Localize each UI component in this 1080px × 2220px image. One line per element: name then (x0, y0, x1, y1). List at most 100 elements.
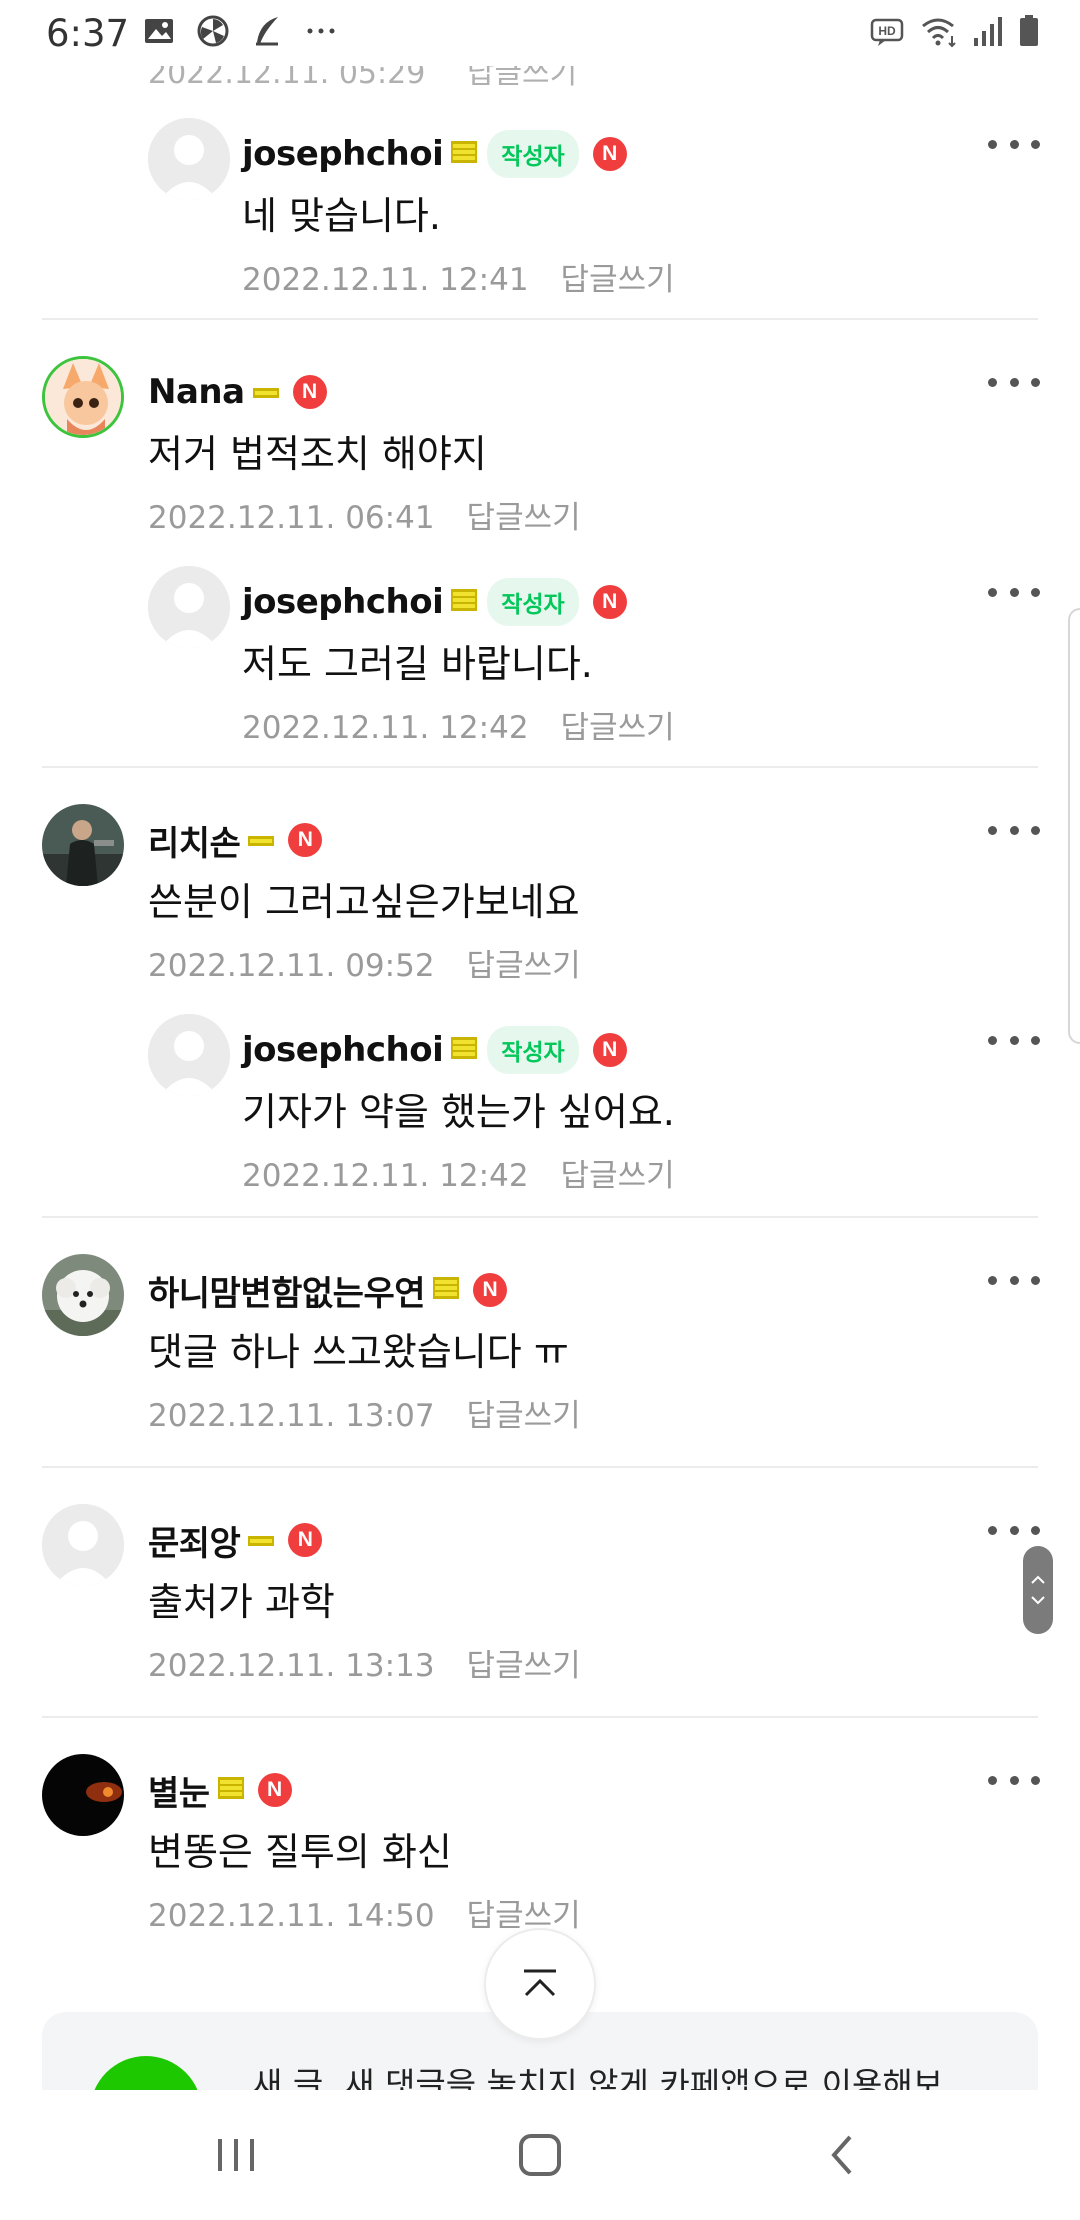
new-badge: N (592, 585, 627, 619)
nickname[interactable]: 문죄앙 (148, 1516, 241, 1565)
author-badge: 작성자 (487, 130, 579, 178)
reply-link[interactable]: 답글쓰기 (467, 500, 581, 536)
avatar[interactable] (148, 566, 230, 648)
svg-text:HD: HD (878, 24, 896, 38)
avatar[interactable] (42, 1754, 124, 1836)
comment-text: 저거 법적조치 해야지 (148, 432, 487, 476)
fast-scroll-handle[interactable] (1023, 1546, 1053, 1634)
divider (42, 318, 1038, 320)
level-three-bar-icon (217, 1777, 244, 1803)
avatar[interactable] (42, 804, 124, 886)
divider (42, 1716, 1038, 1718)
comment: Nana N 저거 법적조치 해야지 2022.12.11. 06:41 답글쓰기 (0, 356, 1080, 556)
recent-apps-icon (218, 2139, 254, 2171)
edge-panel-handle[interactable] (1068, 608, 1080, 1044)
author-badge: 작성자 (487, 578, 579, 626)
comment-reply: josephchoi 작성자 N 저도 그러길 바랍니다. 2022.12.11… (0, 566, 1080, 766)
comment-feed[interactable]: 2022.12.11. 05:29 답글쓰기 josephchoi 작성자 N … (0, 0, 1080, 2090)
comment-date: 2022.12.11. 12:41 (242, 262, 529, 298)
comment-text: 네 맞습니다. (242, 194, 441, 238)
divider (42, 1216, 1038, 1218)
scroll-to-top-icon (524, 1969, 556, 1997)
chevron-down-icon (1031, 1596, 1045, 1605)
comment-date: 2022.12.11. 12:42 (242, 710, 529, 746)
comment-text: 쓴분이 그러고싶은가보네요 (148, 880, 580, 924)
more-options-icon[interactable] (988, 580, 1040, 604)
reply-link[interactable]: 답글쓰기 (561, 1158, 675, 1194)
comment-date: 2022.12.11. 13:07 (148, 1398, 435, 1434)
nickname[interactable]: josephchoi (242, 582, 444, 622)
more-options-icon[interactable] (988, 1268, 1040, 1292)
new-badge: N (592, 1033, 627, 1067)
avatar[interactable] (148, 118, 230, 200)
home-icon (519, 2134, 561, 2176)
nickname[interactable]: 하니맘변함없는우연 (148, 1266, 426, 1315)
reply-link[interactable]: 답글쓰기 (467, 1898, 581, 1934)
comment-date: 2022.12.11. 13:13 (148, 1648, 435, 1684)
more-options-icon[interactable] (988, 370, 1040, 394)
image-icon (145, 19, 173, 43)
avatar[interactable] (42, 1504, 124, 1586)
reply-link[interactable]: 답글쓰기 (467, 1398, 581, 1434)
level-one-bar-icon (248, 831, 275, 850)
more-options-icon[interactable] (988, 1028, 1040, 1052)
more-options-icon[interactable] (988, 132, 1040, 156)
author-badge: 작성자 (487, 1026, 579, 1074)
nickname[interactable]: 별눈 (148, 1766, 210, 1815)
signal-icon (974, 17, 1002, 46)
comment-text: 댓글 하나 쓰고왔습니다 ㅠ (148, 1330, 569, 1374)
comment-reply: josephchoi 작성자 N 기자가 약을 했는가 싶어요. 2022.12… (0, 1014, 1080, 1214)
divider (42, 766, 1038, 768)
comment-date: 2022.12.11. 09:52 (148, 948, 435, 984)
avatar[interactable] (42, 1254, 124, 1336)
avatar[interactable] (148, 1014, 230, 1096)
new-badge: N (257, 1773, 292, 1807)
new-badge: N (288, 823, 323, 857)
level-three-bar-icon (433, 1277, 460, 1303)
new-badge: N (292, 375, 327, 409)
reply-link[interactable]: 답글쓰기 (561, 710, 675, 746)
comment-date: 2022.12.11. 06:41 (148, 500, 435, 536)
status-bar: 6:37 HD (0, 0, 1080, 66)
level-one-bar-icon (248, 1531, 275, 1550)
comment-text: 기자가 약을 했는가 싶어요. (242, 1090, 675, 1134)
navigation-bar (0, 2090, 1080, 2220)
nickname[interactable]: 리치손 (148, 816, 241, 865)
wifi-icon (922, 18, 956, 48)
nickname[interactable]: josephchoi (242, 134, 444, 174)
comment-text: 저도 그러길 바랍니다. (242, 642, 593, 686)
more-options-icon[interactable] (988, 1518, 1040, 1542)
pinwheel-icon (197, 15, 229, 47)
recent-apps-button[interactable] (196, 2120, 276, 2190)
home-button[interactable] (500, 2120, 580, 2190)
comment-date: 2022.12.11. 14:50 (148, 1898, 435, 1934)
new-badge: N (592, 137, 627, 171)
scroll-to-top-button[interactable] (484, 1928, 596, 2040)
cafe-app-logo-icon (90, 2056, 202, 2090)
comment: 리치손 N 쓴분이 그러고싶은가보네요 2022.12.11. 09:52 답글쓰… (0, 804, 1080, 1004)
nickname[interactable]: josephchoi (242, 1030, 444, 1070)
more-notifications-icon (307, 28, 335, 34)
comment-text: 출처가 과학 (148, 1580, 335, 1624)
level-three-bar-icon (451, 1037, 478, 1063)
more-options-icon[interactable] (988, 1768, 1040, 1792)
divider (42, 1466, 1038, 1468)
comment: 별눈 N 변똥은 질투의 화신 2022.12.11. 14:50 답글쓰기 (0, 1754, 1080, 1954)
reply-link[interactable]: 답글쓰기 (467, 1648, 581, 1684)
reply-link[interactable]: 답글쓰기 (467, 948, 581, 984)
nickname[interactable]: Nana (148, 372, 245, 412)
hd-voice-icon: HD (870, 18, 904, 46)
more-options-icon[interactable] (988, 818, 1040, 842)
chevron-up-icon (1031, 1575, 1045, 1584)
new-badge: N (288, 1523, 323, 1557)
comment-text: 변똥은 질투의 화신 (148, 1830, 452, 1874)
level-three-bar-icon (451, 141, 478, 167)
back-button[interactable] (802, 2120, 882, 2190)
avatar[interactable] (42, 356, 124, 438)
battery-icon (1020, 15, 1038, 46)
level-one-bar-icon (252, 383, 279, 402)
level-three-bar-icon (451, 589, 478, 615)
comment-date: 2022.12.11. 12:42 (242, 1158, 529, 1194)
reply-link[interactable]: 답글쓰기 (561, 262, 675, 298)
status-time: 6:37 (46, 12, 130, 55)
